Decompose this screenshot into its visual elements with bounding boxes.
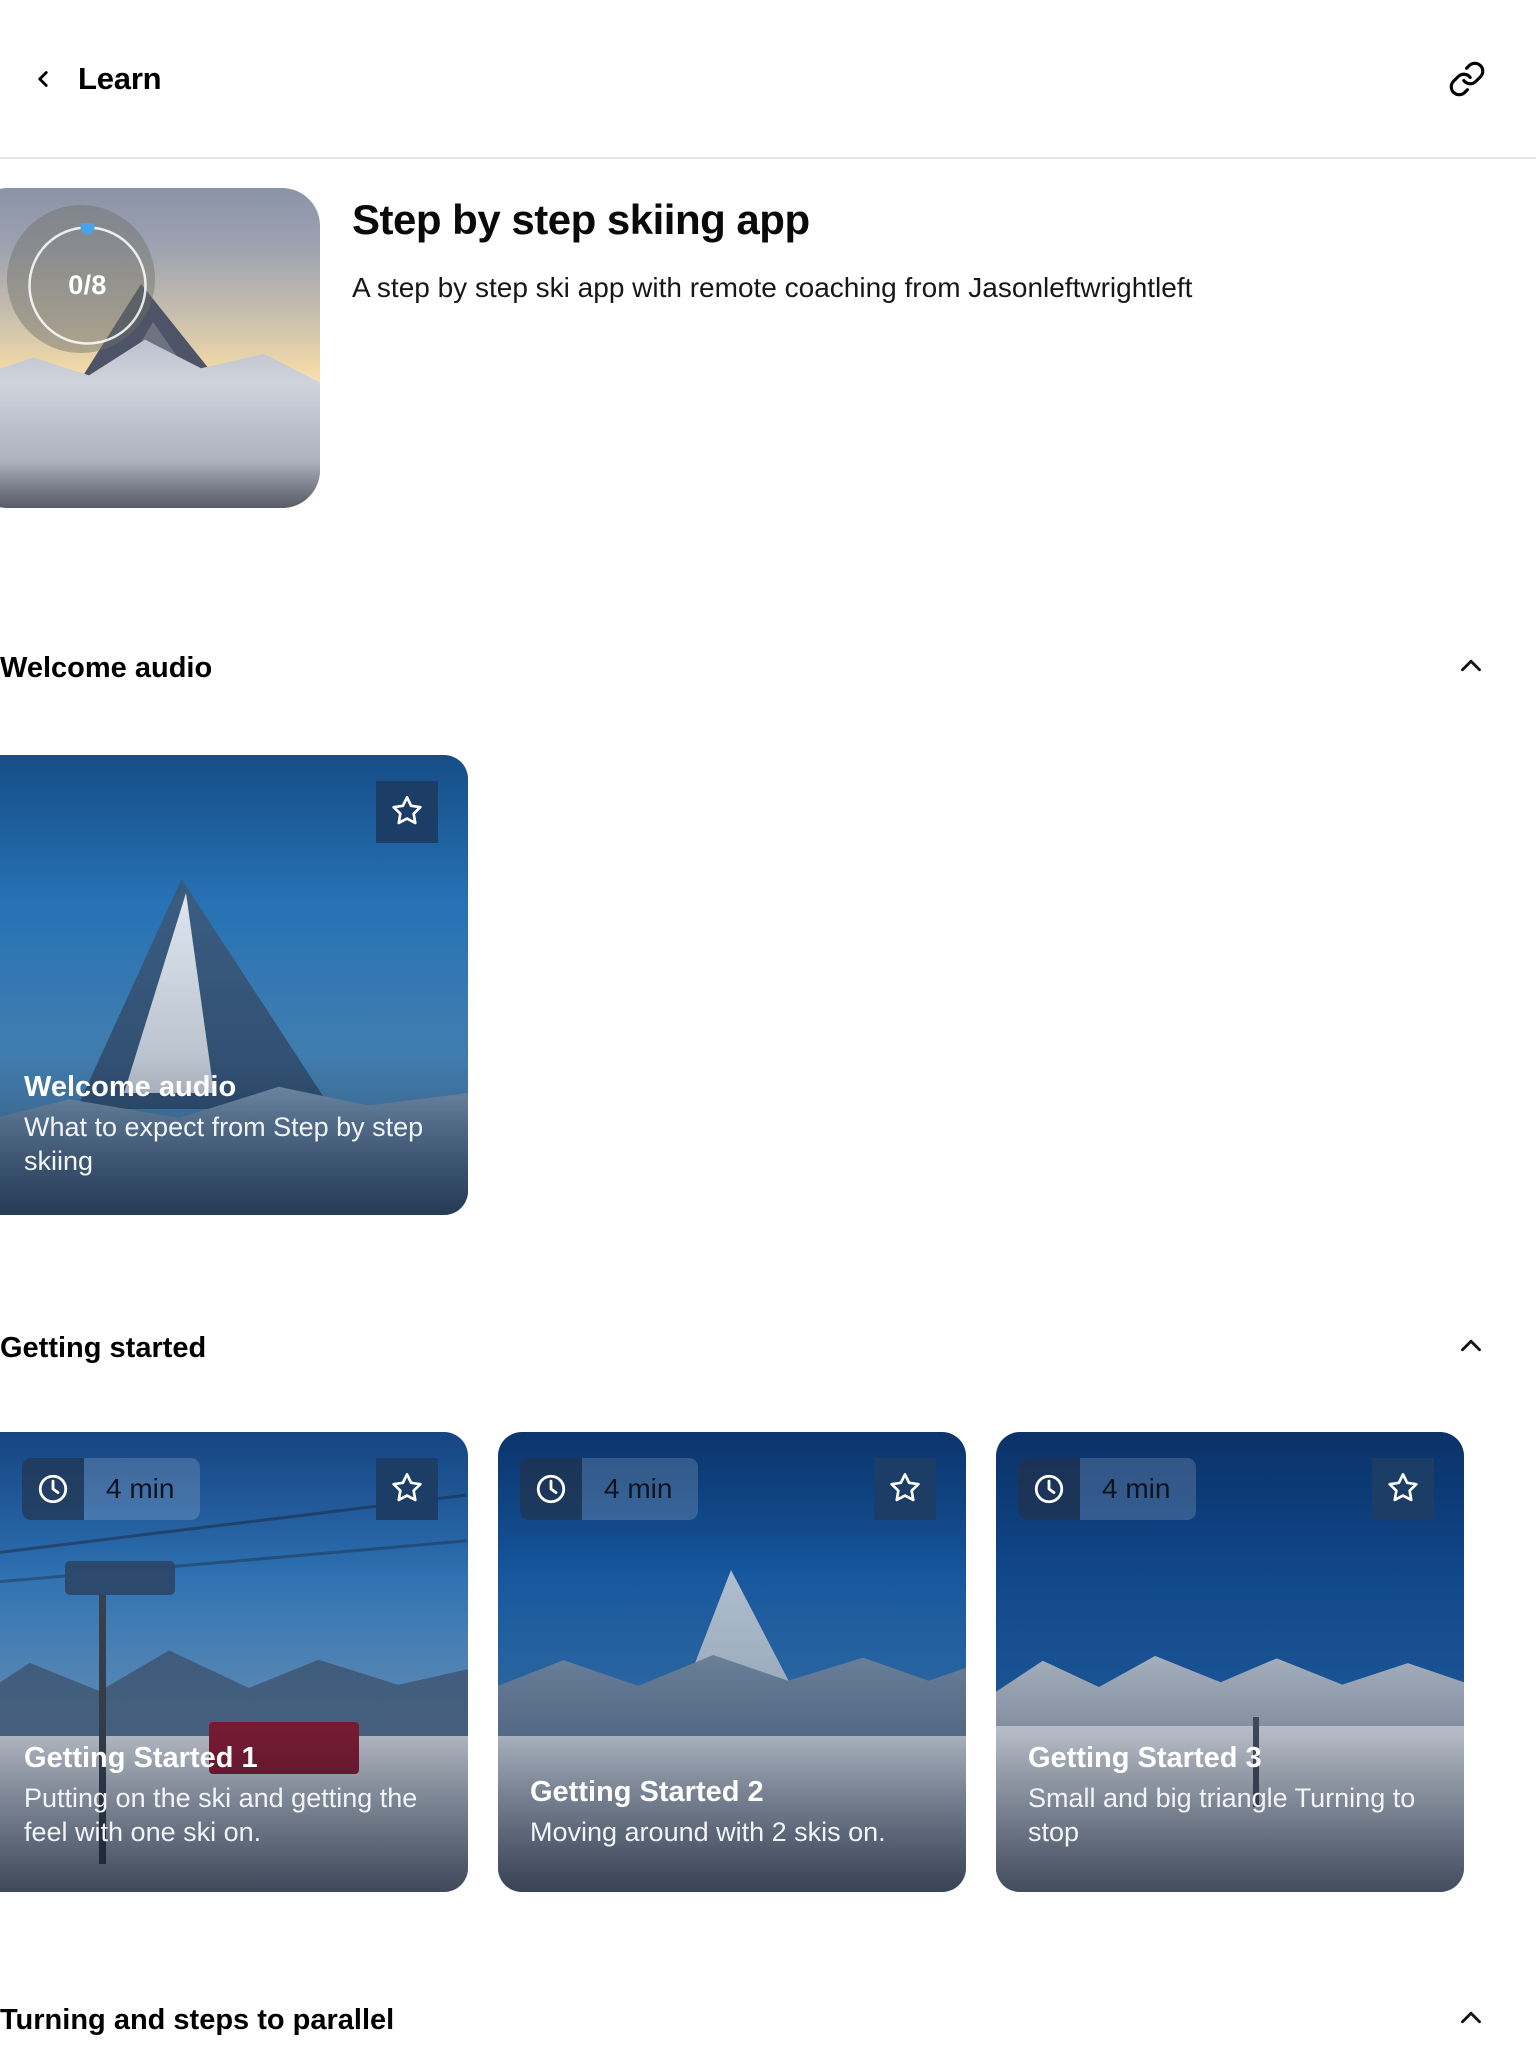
chevron-up-icon[interactable] <box>1454 1329 1488 1368</box>
card-description: What to expect from Step by step skiing <box>24 1111 424 1177</box>
section-header-getting-started[interactable]: Getting started <box>0 1320 1536 1376</box>
chevron-left-icon <box>30 66 56 92</box>
duration-badge: 4 min <box>1018 1458 1197 1520</box>
course-header: 0/8 Step by step skiing app A step by st… <box>0 188 1536 508</box>
duration-label: 4 min <box>604 1473 673 1504</box>
card-text-block: Welcome audio What to expect from Step b… <box>24 1071 428 1179</box>
card-text-block: Getting Started 1 Putting on the ski and… <box>24 1742 434 1850</box>
lesson-card-welcome-audio[interactable]: Welcome audio What to expect from Step b… <box>0 755 468 1215</box>
star-outline-icon <box>391 1471 423 1508</box>
star-outline-icon <box>1387 1471 1419 1508</box>
clock-icon <box>1018 1458 1080 1520</box>
card-title: Getting Started 1 <box>24 1741 258 1774</box>
card-title: Getting Started 3 <box>1028 1741 1262 1774</box>
section-header-turning-and-steps-to-parallel[interactable]: Turning and steps to parallel <box>0 1992 1536 2048</box>
card-title: Welcome audio <box>24 1070 237 1103</box>
section-title: Welcome audio <box>0 651 213 684</box>
duration-badge: 4 min <box>22 1458 201 1520</box>
duration-badge: 4 min <box>520 1458 699 1520</box>
lesson-card-getting-started-1[interactable]: 4 min Getting Started 1 Putting on the s… <box>0 1432 468 1892</box>
link-icon[interactable] <box>1444 56 1490 102</box>
section-header-welcome-audio[interactable]: Welcome audio <box>0 640 1536 696</box>
star-outline-icon <box>889 1471 921 1508</box>
card-text-block: Getting Started 2 Moving around with 2 s… <box>530 1776 940 1850</box>
lesson-card-getting-started-3[interactable]: 4 min Getting Started 3 Small and big tr… <box>996 1432 1464 1892</box>
back-button[interactable]: Learn <box>30 60 162 97</box>
course-thumbnail[interactable]: 0/8 <box>0 188 320 508</box>
card-title: Getting Started 2 <box>530 1776 764 1809</box>
chevron-up-icon[interactable] <box>1454 649 1488 688</box>
star-outline-icon <box>391 794 423 831</box>
favorite-button[interactable] <box>376 781 438 843</box>
card-description: Moving around with 2 skis on. <box>530 1817 886 1848</box>
top-app-bar: Learn <box>0 0 1536 159</box>
duration-label: 4 min <box>1102 1473 1171 1504</box>
chevron-up-icon[interactable] <box>1454 2001 1488 2040</box>
favorite-button[interactable] <box>1372 1458 1434 1520</box>
section-title: Turning and steps to parallel <box>0 2003 395 2036</box>
clock-icon <box>22 1458 84 1520</box>
lesson-card-getting-started-2[interactable]: 4 min Getting Started 2 Moving around wi… <box>498 1432 966 1892</box>
progress-ring: 0/8 <box>7 205 155 353</box>
course-title: Step by step skiing app <box>352 196 810 243</box>
page-title: Learn <box>78 60 162 96</box>
card-description: Small and big triangle Turning to stop <box>1028 1782 1416 1848</box>
card-text-block: Getting Started 3 Small and big triangle… <box>1028 1742 1438 1850</box>
thumbnail-foreground-shadow <box>0 463 320 508</box>
course-text-block: Step by step skiing app A step by step s… <box>352 196 1192 304</box>
clock-icon <box>520 1458 582 1520</box>
favorite-button[interactable] <box>376 1458 438 1520</box>
duration-label: 4 min <box>106 1473 175 1504</box>
progress-ring-label: 0/8 <box>68 270 107 300</box>
favorite-button[interactable] <box>874 1458 936 1520</box>
card-description: Putting on the ski and getting the feel … <box>24 1782 418 1848</box>
course-subtitle: A step by step ski app with remote coach… <box>352 272 1193 303</box>
section-title: Getting started <box>0 1331 207 1364</box>
